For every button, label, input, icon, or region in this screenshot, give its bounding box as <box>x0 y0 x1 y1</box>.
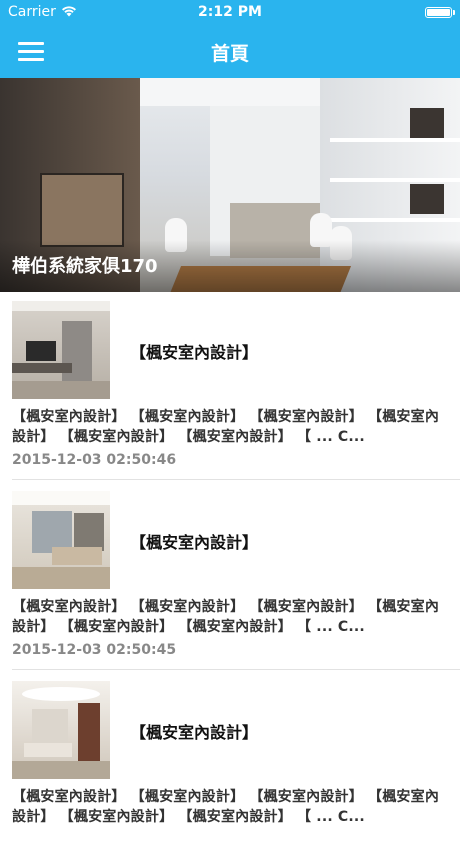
article-date: 2015-12-03 02:50:46 <box>12 452 177 468</box>
article-date: 2015-12-03 02:50:45 <box>12 642 177 658</box>
hero-image-books <box>410 108 444 138</box>
article-excerpt: 【楓安室內設計】 【楓安室內設計】 【楓安室內設計】 【楓安室內設計】 【楓安室… <box>12 409 440 445</box>
divider <box>12 479 460 480</box>
article-thumbnail <box>12 681 110 779</box>
list-item[interactable]: 【楓安室內設計】 【楓安室內設計】 【楓安室內設計】 【楓安室內設計】 【楓安室… <box>0 672 460 862</box>
article-title: 【楓安室內設計】 <box>130 533 259 552</box>
hero-banner[interactable]: 樺伯系統家俱170 <box>0 78 460 292</box>
hero-image-shelf <box>330 138 460 142</box>
article-thumbnail <box>12 491 110 589</box>
article-list: 【楓安室內設計】 【楓安室內設計】 【楓安室內設計】 【楓安室內設計】 【楓安室… <box>0 292 460 862</box>
article-excerpt: 【楓安室內設計】 【楓安室內設計】 【楓安室內設計】 【楓安室內設計】 【楓安室… <box>12 599 440 635</box>
hero-image-shelf <box>330 178 460 182</box>
article-excerpt: 【楓安室內設計】 【楓安室內設計】 【楓安室內設計】 【楓安室內設計】 【楓安室… <box>12 789 440 825</box>
hero-image-cabinet <box>40 173 124 247</box>
hero-image-books <box>410 184 444 214</box>
article-title: 【楓安室內設計】 <box>130 343 259 362</box>
battery-icon <box>425 7 455 18</box>
page-title: 首頁 <box>210 43 249 65</box>
list-item[interactable]: 【楓安室內設計】 【楓安室內設計】 【楓安室內設計】 【楓安室內設計】 【楓安室… <box>0 482 460 672</box>
hero-image-shelf <box>330 218 460 222</box>
article-title: 【楓安室內設計】 <box>130 723 259 742</box>
clock: 2:12 PM <box>198 4 262 20</box>
list-item[interactable]: 【楓安室內設計】 【楓安室內設計】 【楓安室內設計】 【楓安室內設計】 【楓安室… <box>0 292 460 482</box>
hero-caption: 樺伯系統家俱170 <box>12 256 158 277</box>
divider <box>12 669 460 670</box>
article-thumbnail <box>12 301 110 399</box>
navigation-bar: 首頁 <box>0 26 460 78</box>
status-bar: Carrier 2:12 PM <box>0 0 460 26</box>
